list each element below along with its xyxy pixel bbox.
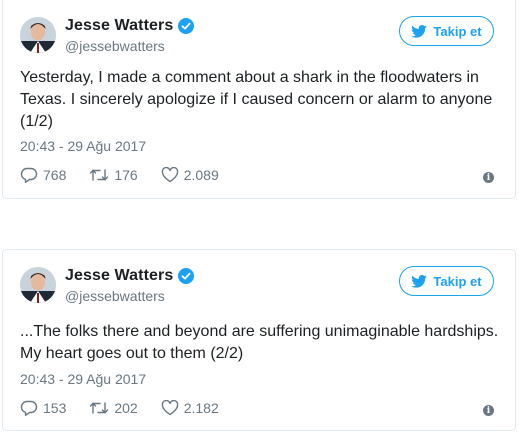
info-icon[interactable]: i <box>483 172 494 183</box>
retweet-icon <box>89 167 109 183</box>
twitter-bird-icon <box>411 274 428 288</box>
avatar[interactable] <box>20 267 56 303</box>
tweet-actions: 153 202 2.182 <box>20 400 242 416</box>
verified-badge-icon <box>178 268 195 284</box>
tweet-timestamp[interactable]: 20:43 - 29 Ağu 2017 <box>20 138 146 154</box>
tweet-text: ...The folks there and beyond are suffer… <box>20 323 499 362</box>
follow-label: Takip et <box>433 23 482 39</box>
author-name[interactable]: Jesse Watters <box>65 267 173 285</box>
author-handle[interactable]: @jessebwatters <box>65 288 165 304</box>
reply-count: 153 <box>43 400 67 416</box>
tweet-text: Yesterday, I made a comment about a shar… <box>20 69 493 130</box>
like-count: 2.089 <box>183 167 219 183</box>
info-icon[interactable]: i <box>483 405 494 416</box>
tweet-card: Jesse Watters @jessebwatters Takip et Ye… <box>2 0 516 199</box>
like-icon <box>161 167 179 183</box>
reply-icon <box>20 167 38 183</box>
author-handle[interactable]: @jessebwatters <box>65 38 165 54</box>
retweet-action[interactable]: 176 <box>89 167 138 183</box>
reply-count: 768 <box>43 167 67 183</box>
avatar[interactable] <box>20 17 56 53</box>
twitter-bird-icon <box>411 24 428 38</box>
tweet-actions: 768 176 2.089 <box>20 167 242 183</box>
author-name[interactable]: Jesse Watters <box>65 17 173 35</box>
follow-label: Takip et <box>433 273 482 289</box>
like-action[interactable]: 2.089 <box>161 167 219 183</box>
verified-badge-icon <box>178 18 195 34</box>
follow-button[interactable]: Takip et <box>399 266 494 296</box>
reply-action[interactable]: 153 <box>20 400 66 416</box>
author-row: Jesse Watters <box>65 267 195 285</box>
author-row: Jesse Watters <box>65 17 195 35</box>
reply-icon <box>20 400 38 416</box>
like-icon <box>161 400 179 416</box>
retweet-action[interactable]: 202 <box>89 400 138 416</box>
follow-button[interactable]: Takip et <box>399 16 494 46</box>
tweet-timestamp[interactable]: 20:43 - 29 Ağu 2017 <box>20 371 146 387</box>
retweet-icon <box>89 400 109 416</box>
tweet-card: Jesse Watters @jessebwatters Takip et ..… <box>2 249 516 431</box>
retweet-count: 202 <box>114 400 138 416</box>
reply-action[interactable]: 768 <box>20 167 66 183</box>
like-action[interactable]: 2.182 <box>161 400 219 416</box>
retweet-count: 176 <box>114 167 138 183</box>
like-count: 2.182 <box>183 400 219 416</box>
